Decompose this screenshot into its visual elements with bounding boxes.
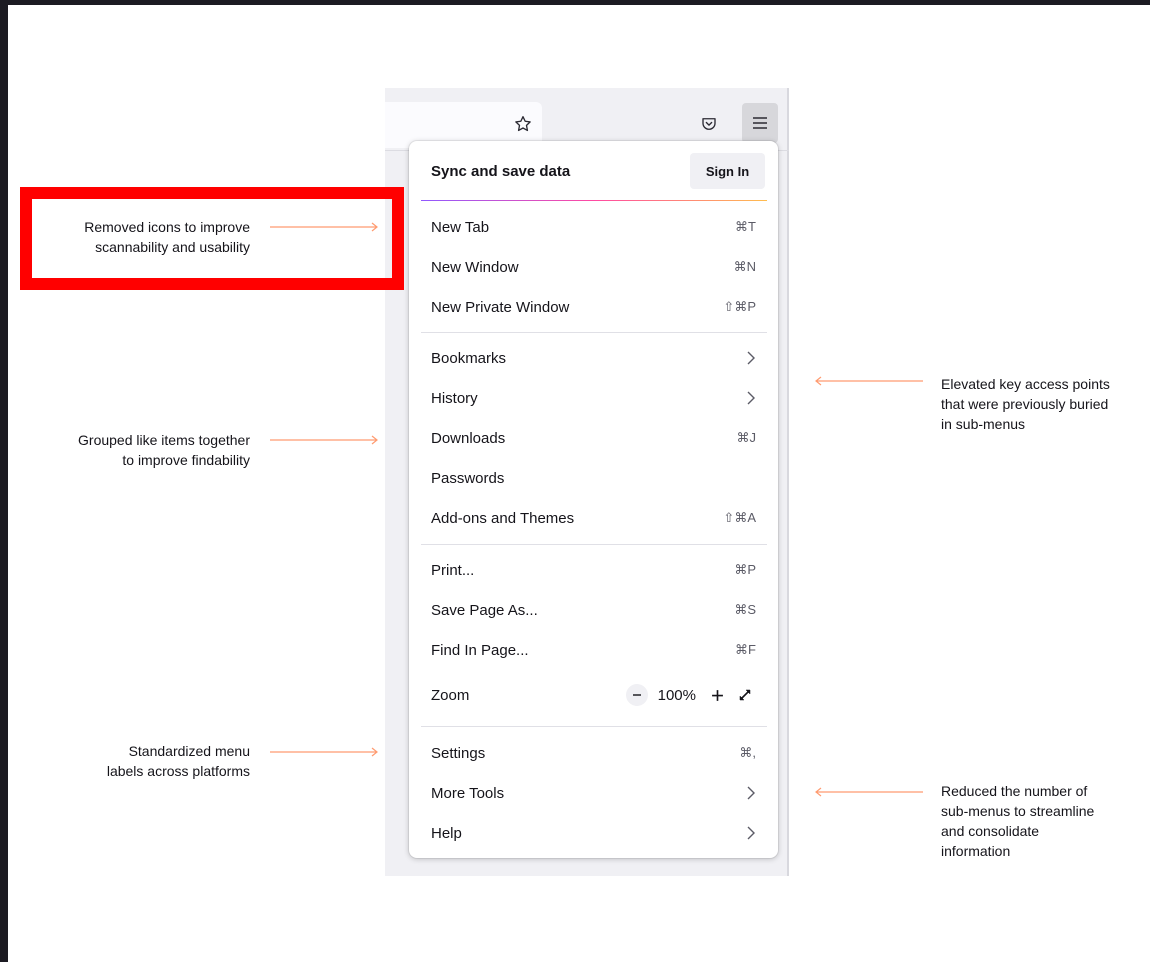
menu-item-label: New Private Window <box>431 298 570 316</box>
menu-item-label: Add-ons and Themes <box>431 509 575 527</box>
menu-item-new-private-window[interactable]: New Private Window ⇧⌘P <box>415 289 772 325</box>
menu-item-bookmarks[interactable]: Bookmarks <box>415 340 772 376</box>
menu-separator <box>421 726 767 727</box>
menu-item-label: Help <box>431 824 462 842</box>
menu-item-label: New Tab <box>431 218 490 236</box>
menu-item-label: Settings <box>431 744 486 762</box>
menu-item-shortcut: ⌘N <box>733 259 756 274</box>
arrow-left-icon <box>815 787 923 797</box>
menu-item-shortcut: ⇧⌘A <box>723 510 756 525</box>
menu-item-label: Save Page As... <box>431 601 538 619</box>
menu-item-label: History <box>431 389 478 407</box>
app-menu-panel: Sync and save data Sign In New Tab ⌘T Ne… <box>409 141 778 858</box>
menu-item-shortcut: ⌘T <box>735 219 756 234</box>
menu-item-shortcut: ⌘F <box>735 642 756 657</box>
menu-item-shortcut: ⇧⌘P <box>723 299 756 314</box>
chevron-right-icon <box>746 825 756 841</box>
sign-in-button[interactable]: Sign In <box>690 153 765 189</box>
chevron-right-icon <box>746 785 756 801</box>
menu-item-settings[interactable]: Settings ⌘, <box>415 735 772 771</box>
sync-label: Sync and save data <box>431 163 571 180</box>
menu-item-label: Print... <box>431 561 475 579</box>
chevron-right-icon <box>746 390 756 406</box>
arrow-left-icon <box>815 376 923 386</box>
menu-item-new-window[interactable]: New Window ⌘N <box>415 249 772 285</box>
menu-item-history[interactable]: History <box>415 380 772 416</box>
sync-divider <box>421 200 767 201</box>
menu-item-save-page-as[interactable]: Save Page As... ⌘S <box>415 592 772 628</box>
menu-item-zoom: Zoom 100% <box>415 677 772 713</box>
annotation-removed-icons: Removed icons to improve scannability an… <box>84 219 250 255</box>
menu-item-label: Downloads <box>431 429 506 447</box>
menu-item-shortcut: ⌘J <box>736 430 757 445</box>
zoom-in-button[interactable] <box>706 684 728 706</box>
menu-item-label: Zoom <box>431 686 470 704</box>
chevron-right-icon <box>746 350 756 366</box>
menu-item-downloads[interactable]: Downloads ⌘J <box>415 420 772 456</box>
menu-item-label: New Window <box>431 258 519 276</box>
menu-item-shortcut: ⌘P <box>734 562 756 577</box>
annotation-reduced-submenus: Reduced the number of sub-menus to strea… <box>941 783 1095 859</box>
pocket-icon[interactable] <box>694 109 724 139</box>
zoom-out-button[interactable] <box>625 684 648 706</box>
menu-item-label: Bookmarks <box>431 349 507 367</box>
fullscreen-icon[interactable] <box>734 684 756 706</box>
menu-item-addons-themes[interactable]: Add-ons and Themes ⇧⌘A <box>415 500 772 536</box>
menu-item-passwords[interactable]: Passwords <box>415 460 772 496</box>
annotation-elevated-access: Elevated key access points that were pre… <box>941 376 1110 432</box>
menu-item-shortcut: ⌘S <box>734 602 756 617</box>
arrow-right-icon <box>270 747 378 757</box>
menu-item-shortcut: ⌘, <box>739 745 756 760</box>
menu-item-label: Find In Page... <box>431 641 529 659</box>
annotation-standardized-labels: Standardized menu labels across platform… <box>106 743 250 779</box>
menu-separator <box>421 544 767 545</box>
zoom-controls: 100% <box>625 684 756 706</box>
zoom-value[interactable]: 100% <box>654 687 700 704</box>
menu-item-print[interactable]: Print... ⌘P <box>415 552 772 588</box>
annotation-grouped-items: Grouped like items together to improve f… <box>78 432 250 468</box>
menu-item-new-tab[interactable]: New Tab ⌘T <box>415 209 772 245</box>
menu-item-more-tools[interactable]: More Tools <box>415 775 772 811</box>
menu-item-help[interactable]: Help <box>415 815 772 851</box>
arrow-right-icon <box>270 435 378 445</box>
menu-item-label: Passwords <box>431 469 505 487</box>
star-icon[interactable] <box>508 109 538 139</box>
menu-item-find-in-page[interactable]: Find In Page... ⌘F <box>415 632 772 668</box>
menu-item-label: More Tools <box>431 784 505 802</box>
menu-separator <box>421 332 767 333</box>
sync-row: Sync and save data Sign In <box>409 151 778 191</box>
arrow-right-icon <box>270 222 378 232</box>
hamburger-menu-icon[interactable] <box>742 103 778 143</box>
